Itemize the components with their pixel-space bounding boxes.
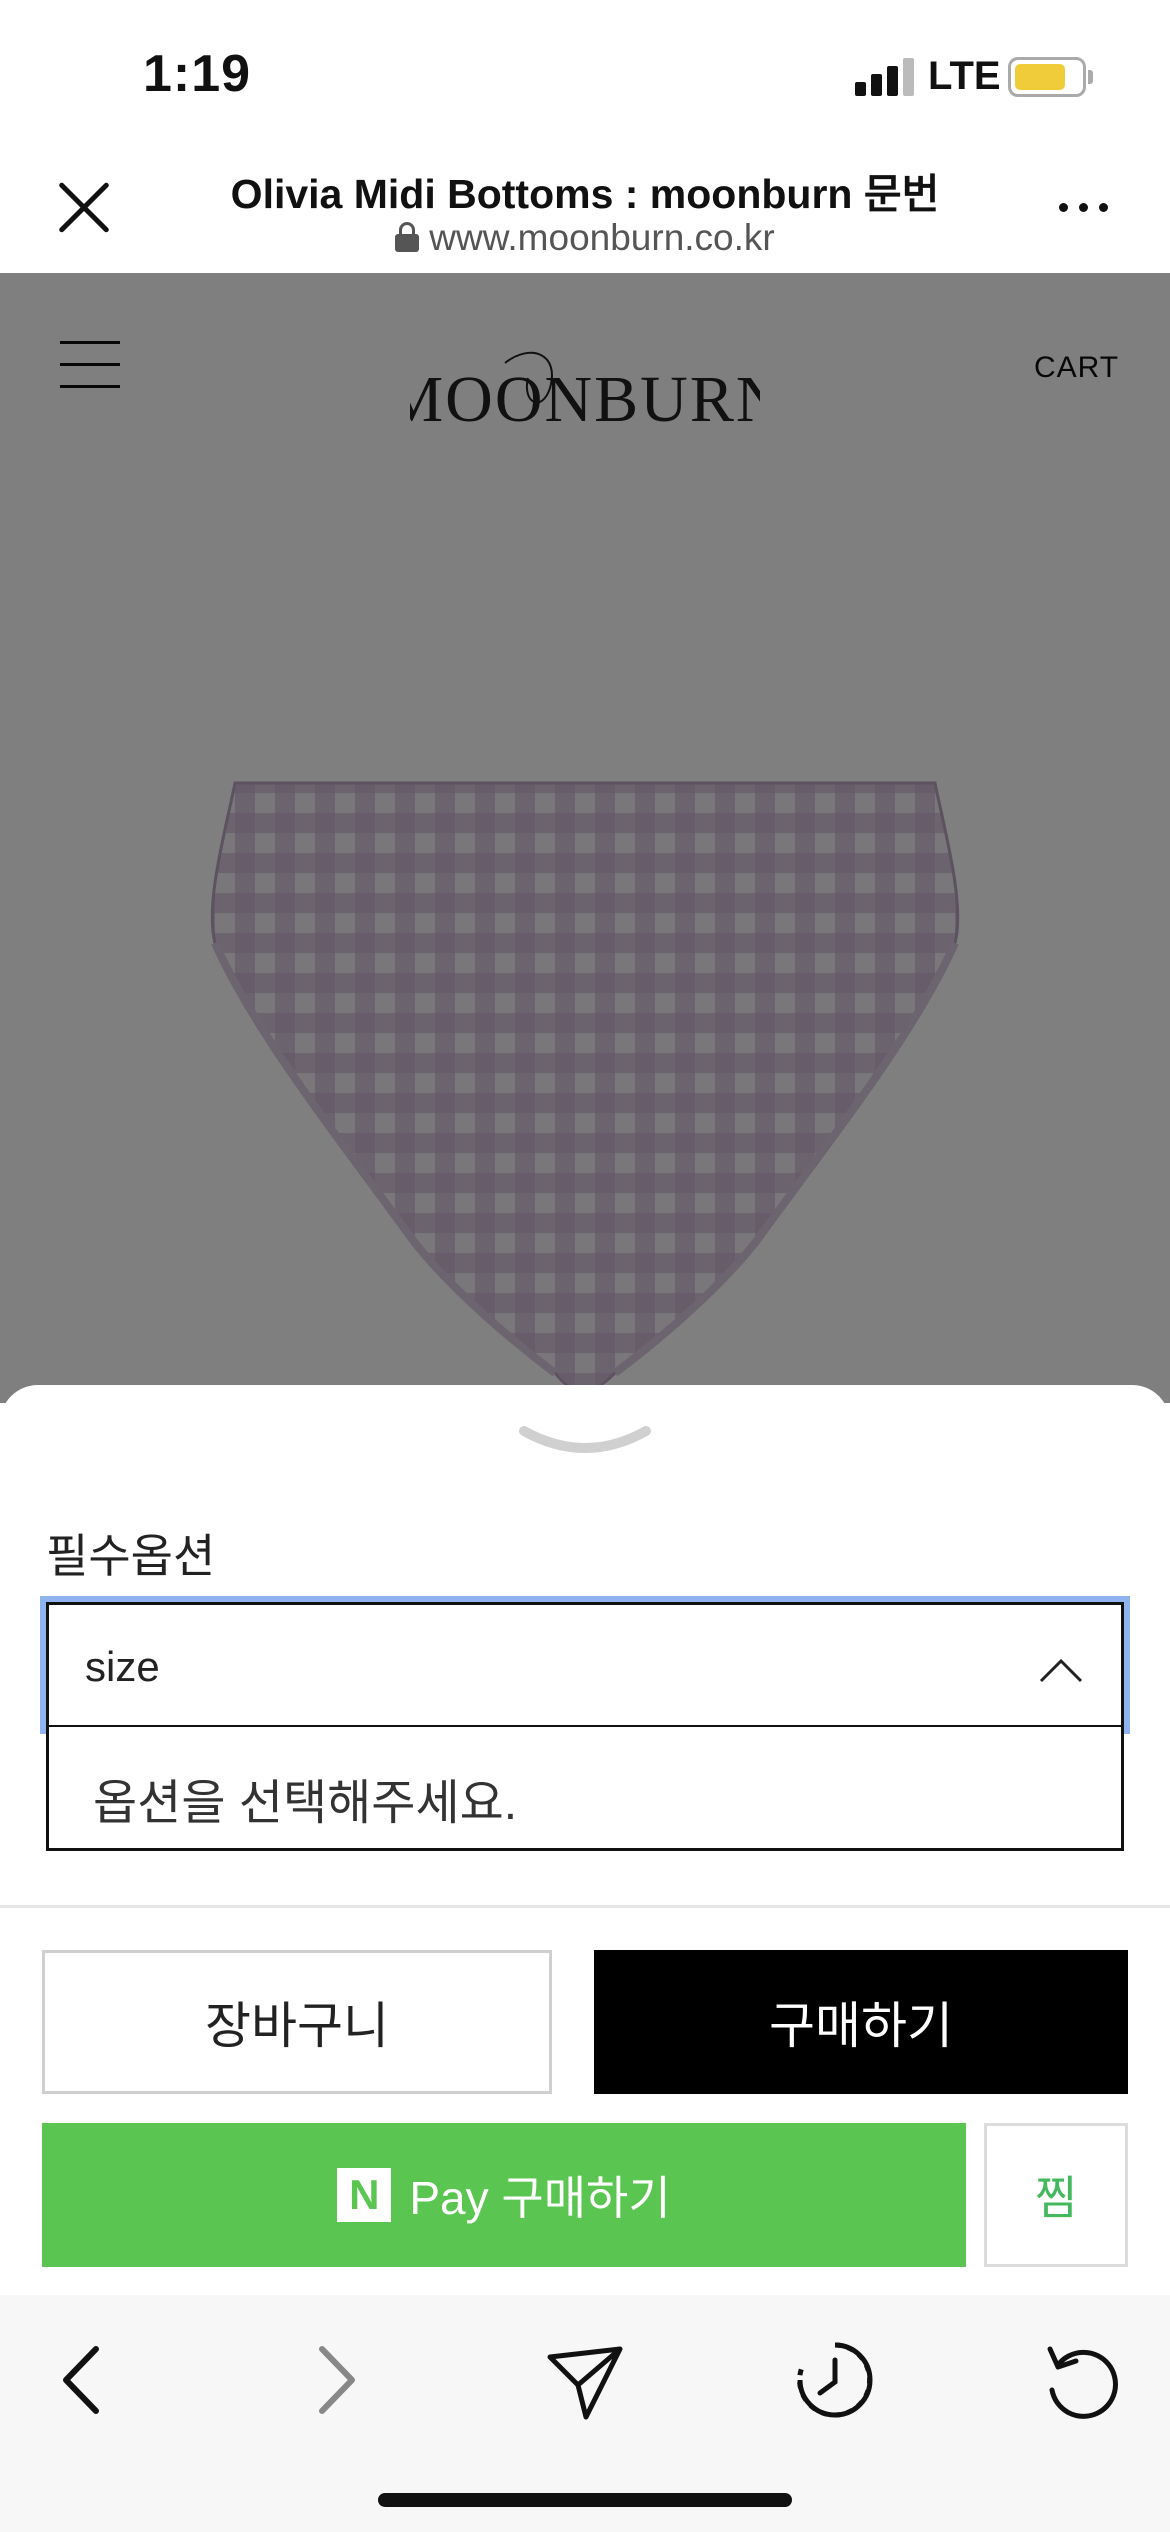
- npay-buy-label: Pay 구매하기: [409, 2172, 671, 2224]
- browser-toolbar: [0, 2295, 1170, 2532]
- url-text: www.moonburn.co.kr: [429, 217, 775, 258]
- size-select-value: size: [85, 1643, 160, 1690]
- add-to-cart-button[interactable]: 장바구니: [42, 1950, 552, 2094]
- status-bar: 1:19 LTE: [0, 0, 1170, 145]
- divider: [0, 1905, 1170, 1908]
- sheet-handle-chevron-icon[interactable]: [518, 1423, 652, 1463]
- page-title: Olivia Midi Bottoms : moonburn 문번: [230, 171, 940, 217]
- url-bar[interactable]: www.moonburn.co.kr: [170, 217, 1000, 259]
- back-icon[interactable]: [38, 2335, 128, 2425]
- wishlist-button[interactable]: 찜: [984, 2123, 1128, 2267]
- battery-tip: [1088, 70, 1093, 84]
- npay-logo-icon: N: [337, 2168, 392, 2222]
- buy-now-button[interactable]: 구매하기: [594, 1950, 1128, 2094]
- browser-header: Olivia Midi Bottoms : moonburn 문번 www.mo…: [0, 145, 1170, 273]
- more-icon[interactable]: [1055, 200, 1115, 216]
- chevron-up-icon: [1039, 1658, 1083, 1683]
- network-type: LTE: [928, 54, 1001, 98]
- page: 1:19 LTE Olivia Midi Bottoms : moonburn …: [0, 0, 1170, 2532]
- size-option-placeholder[interactable]: 옵션을 선택해주세요.: [93, 1763, 517, 1833]
- home-indicator[interactable]: [378, 2493, 792, 2507]
- forward-icon[interactable]: [290, 2335, 380, 2425]
- lock-icon: [395, 222, 420, 252]
- dim-overlay[interactable]: [0, 273, 1170, 1403]
- share-icon[interactable]: [540, 2335, 630, 2425]
- status-time: 1:19: [143, 45, 252, 103]
- signal-icon: [855, 58, 915, 96]
- history-icon[interactable]: [790, 2335, 880, 2425]
- close-icon[interactable]: [48, 172, 120, 244]
- required-option-label: 필수옵션: [46, 1530, 216, 1582]
- reload-icon[interactable]: [1038, 2335, 1128, 2425]
- battery-icon: [1008, 57, 1086, 97]
- npay-buy-button[interactable]: N Pay 구매하기: [42, 2123, 966, 2267]
- size-select[interactable]: size: [46, 1602, 1124, 1728]
- option-sheet: 필수옵션 size 옵션을 선택해주세요. 장바구니 구매하기 N Pay 구매…: [0, 1385, 1170, 2295]
- size-options-list: 옵션을 선택해주세요.: [46, 1725, 1124, 1851]
